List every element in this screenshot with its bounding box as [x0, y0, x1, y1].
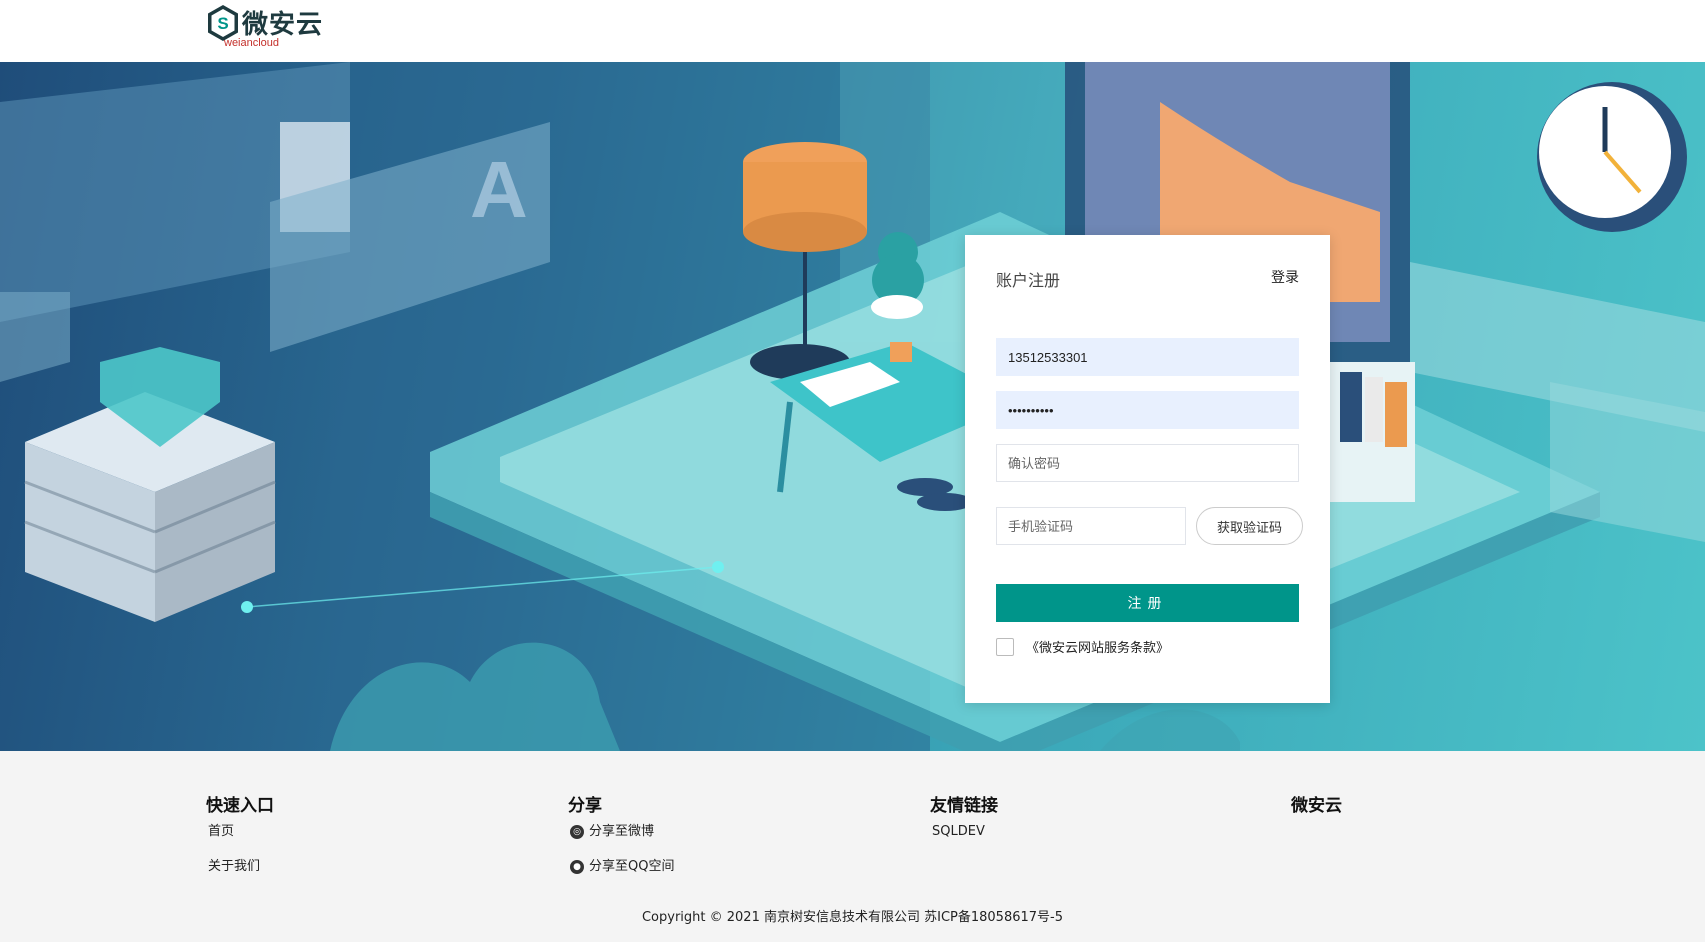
terms-link[interactable]: 《微安云网站服务条款》 — [1026, 637, 1169, 656]
confirm-password-input[interactable] — [996, 444, 1299, 482]
footer-link-about[interactable]: 关于我们 — [206, 859, 274, 894]
footer-link-home[interactable]: 首页 — [206, 824, 274, 859]
register-submit-button[interactable]: 注册 — [996, 584, 1299, 622]
sms-code-input[interactable] — [996, 507, 1186, 545]
register-title: 账户注册 — [996, 271, 1061, 290]
copyright-text: Copyright © 2021 南京树安信息技术有限公司 苏ICP备18058… — [641, 910, 1063, 925]
footer-quick-title: 快速入口 — [206, 796, 274, 816]
svg-text:S: S — [217, 14, 228, 33]
footer-share-title: 分享 — [568, 796, 602, 816]
site-header: S 微安云 weiancloud — [0, 0, 1705, 62]
site-footer: 快速入口 首页 关于我们 分享 ◎ 分享至微博 ● 分享至QQ空间 友情链接 S… — [0, 751, 1705, 942]
register-card: 账户注册 登录 获取验证码 注册 《微安云网站服务条款》 — [965, 235, 1330, 703]
share-qq-link[interactable]: ● 分享至QQ空间 — [568, 859, 674, 894]
server-stack — [24, 347, 276, 622]
footer-quick-links: 快速入口 首页 关于我们 — [206, 791, 274, 894]
footer-friend-links: 友情链接 SQLDEV — [930, 791, 998, 859]
site-logo[interactable]: S 微安云 weiancloud — [206, 4, 326, 50]
hero-banner: A 账户注册 登录 13512533301 •••••••••• 确认密码 手机… — [0, 62, 1705, 751]
office-illustration: A — [0, 62, 1705, 751]
footer-friends-title: 友情链接 — [930, 796, 998, 816]
share-qq-label: 分享至QQ空间 — [589, 859, 675, 874]
logo-text: 微安云 — [242, 10, 324, 40]
footer-share: 分享 ◎ 分享至微博 ● 分享至QQ空间 — [568, 791, 674, 894]
weibo-icon: ◎ — [570, 825, 584, 839]
footer-brand-title: 微安云 — [1291, 796, 1342, 816]
svg-text:A: A — [470, 145, 528, 234]
get-code-button[interactable]: 获取验证码 — [1196, 507, 1303, 545]
terms-checkbox[interactable] — [996, 637, 1014, 656]
logo-subtext: weiancloud — [224, 37, 280, 49]
qq-icon: ● — [570, 860, 584, 874]
terms-agreement: 《微安云网站服务条款》 — [996, 637, 1169, 656]
phone-input[interactable] — [996, 338, 1299, 376]
share-weibo-link[interactable]: ◎ 分享至微博 — [568, 824, 674, 859]
password-input[interactable] — [996, 391, 1299, 429]
footer-link-sqldev[interactable]: SQLDEV — [930, 824, 998, 859]
footer-brand: 微安云 — [1291, 791, 1342, 824]
share-weibo-label: 分享至微博 — [589, 824, 655, 839]
login-link[interactable]: 登录 — [1271, 267, 1299, 287]
